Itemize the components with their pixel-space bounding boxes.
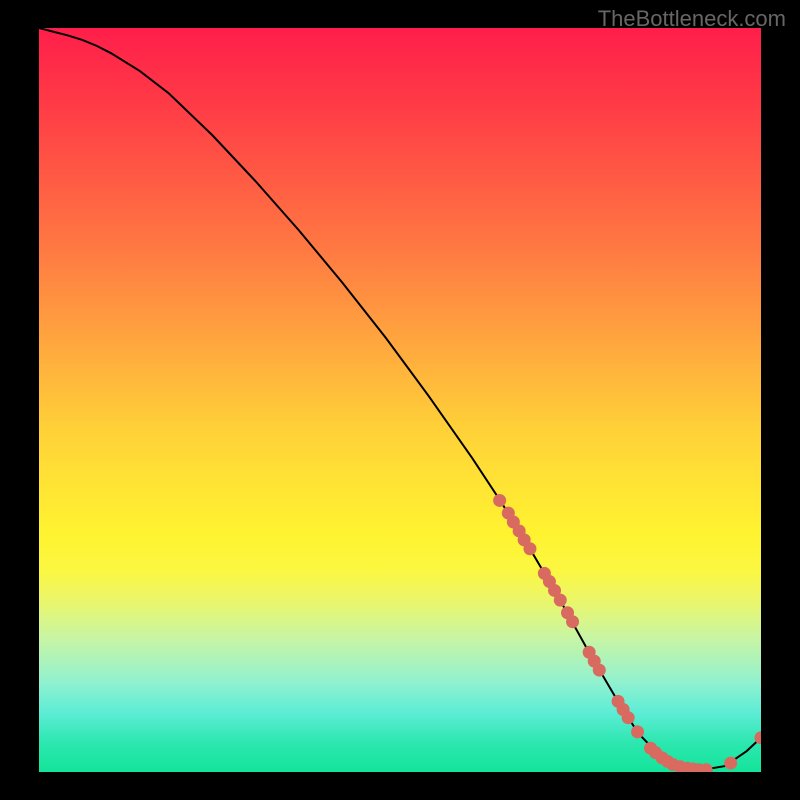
scatter-point [493,494,506,507]
chart-svg [39,28,761,772]
scatter-point [566,615,579,628]
scatter-markers [493,494,761,772]
scatter-point [593,664,606,677]
scatter-point [631,725,644,738]
curve-line [39,28,761,770]
scatter-point [554,594,567,607]
scatter-point [523,542,536,555]
chart-container: TheBottleneck.com [0,0,800,800]
curve-path [39,28,761,770]
scatter-point [622,711,635,724]
watermark-text: TheBottleneck.com [598,6,786,32]
scatter-point [724,757,737,770]
